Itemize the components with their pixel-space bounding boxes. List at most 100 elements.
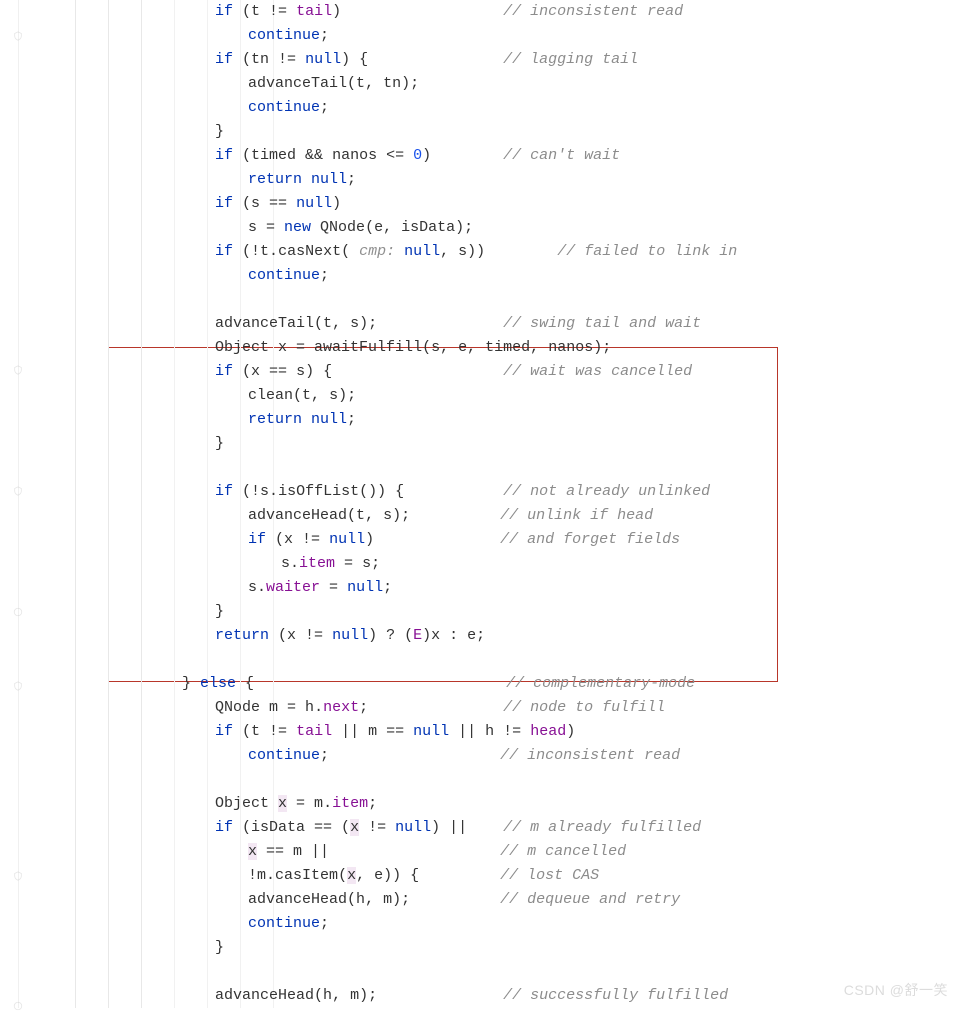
- code-token: h: [485, 723, 503, 740]
- code-token: // inconsistent read: [503, 3, 683, 20]
- code-token: advanceTail: [215, 315, 314, 332]
- code-line[interactable]: continue;: [36, 264, 960, 288]
- code-line[interactable]: [36, 456, 960, 480]
- code-token: advanceTail: [248, 75, 347, 92]
- shield-icon[interactable]: [12, 870, 24, 882]
- code-line[interactable]: continue;: [36, 912, 960, 936]
- code-line[interactable]: if (t != tail || m == null || h != head): [36, 720, 960, 744]
- code-token: casNext: [278, 243, 341, 260]
- code-line[interactable]: if (x == s) { // wait was cancelled: [36, 360, 960, 384]
- code-token: item: [299, 555, 335, 572]
- code-token: // m already fulfilled: [503, 819, 701, 836]
- code-editor[interactable]: if (t != tail) // inconsistent readconti…: [0, 0, 960, 1008]
- code-token: [410, 507, 500, 524]
- code-line[interactable]: s.waiter = null;: [36, 576, 960, 600]
- circle-icon[interactable]: [12, 1000, 24, 1012]
- code-line[interactable]: [36, 648, 960, 672]
- code-token: // failed to link in: [557, 243, 737, 260]
- code-token: (: [242, 819, 251, 836]
- code-token: (!: [242, 483, 260, 500]
- code-token: null: [296, 195, 332, 212]
- code-token: E: [413, 627, 422, 644]
- code-token: .: [269, 483, 278, 500]
- code-line[interactable]: s.item = s;: [36, 552, 960, 576]
- code-token: clean: [248, 387, 293, 404]
- code-token: =: [266, 219, 284, 236]
- code-line[interactable]: if (x != null) // and forget fields: [36, 528, 960, 552]
- code-line[interactable]: advanceHead(h, m); // successfully fulfi…: [36, 984, 960, 1008]
- code-token: isOffList: [278, 483, 359, 500]
- code-line[interactable]: return null;: [36, 408, 960, 432]
- code-line[interactable]: [36, 768, 960, 792]
- code-line[interactable]: QNode m = h.next; // node to fulfill: [36, 696, 960, 720]
- code-line[interactable]: if (!t.casNext( cmp: null, s)) // failed…: [36, 240, 960, 264]
- code-token: ==: [269, 195, 296, 212]
- code-token: ,: [440, 339, 458, 356]
- code-token: ||: [311, 843, 329, 860]
- code-area[interactable]: if (t != tail) // inconsistent readconti…: [28, 0, 960, 1008]
- code-line[interactable]: if (t != tail) // inconsistent read: [36, 0, 960, 24]
- code-token: !=: [269, 3, 296, 20]
- code-line[interactable]: }: [36, 120, 960, 144]
- code-line[interactable]: }: [36, 936, 960, 960]
- code-token: head: [530, 723, 566, 740]
- code-line[interactable]: s = new QNode(e, isData);: [36, 216, 960, 240]
- code-token: // not already unlinked: [503, 483, 710, 500]
- code-token: // successfully fulfilled: [503, 987, 728, 1004]
- code-line[interactable]: continue;: [36, 24, 960, 48]
- code-token: // dequeue and retry: [500, 891, 680, 908]
- shield-icon[interactable]: [12, 680, 24, 692]
- code-token: e: [467, 627, 476, 644]
- code-line[interactable]: advanceHead(h, m); // dequeue and retry: [36, 888, 960, 912]
- code-token: ,: [311, 387, 329, 404]
- code-line[interactable]: [36, 960, 960, 984]
- circle-icon[interactable]: [12, 606, 24, 618]
- code-line[interactable]: Object x = m.item;: [36, 792, 960, 816]
- code-token: ,: [365, 891, 383, 908]
- code-token: }: [215, 939, 224, 956]
- shield-icon[interactable]: [12, 30, 24, 42]
- code-line[interactable]: !m.casItem(x, e)) { // lost CAS: [36, 864, 960, 888]
- code-line[interactable]: advanceHead(t, s); // unlink if head: [36, 504, 960, 528]
- code-token: x: [278, 795, 287, 812]
- code-line[interactable]: x == m || // m cancelled: [36, 840, 960, 864]
- code-token: ): [422, 627, 431, 644]
- shield-icon[interactable]: [12, 485, 24, 497]
- code-token: s: [296, 363, 305, 380]
- code-token: Object: [215, 339, 278, 356]
- code-token: t: [356, 75, 365, 92]
- code-token: [410, 891, 500, 908]
- code-line[interactable]: }: [36, 600, 960, 624]
- code-token: ;: [476, 627, 485, 644]
- code-line[interactable]: }: [36, 432, 960, 456]
- code-token: ): [566, 723, 575, 740]
- code-token: (: [242, 195, 251, 212]
- code-token: null: [347, 579, 383, 596]
- code-line[interactable]: continue; // inconsistent read: [36, 744, 960, 768]
- code-line[interactable]: if (tn != null) { // lagging tail: [36, 48, 960, 72]
- code-token: t: [302, 387, 311, 404]
- code-token: m: [350, 987, 359, 1004]
- shield-icon[interactable]: [12, 364, 24, 376]
- code-line[interactable]: if (!s.isOffList()) { // not already unl…: [36, 480, 960, 504]
- code-line[interactable]: if (timed && nanos <= 0) // can't wait: [36, 144, 960, 168]
- code-token: tail: [296, 723, 332, 740]
- code-token: [467, 819, 503, 836]
- code-line[interactable]: return (x != null) ? (E)x : e;: [36, 624, 960, 648]
- code-line[interactable]: if (isData == (x != null) || // m alread…: [36, 816, 960, 840]
- code-token: x: [350, 819, 359, 836]
- code-line[interactable]: advanceTail(t, tn);: [36, 72, 960, 96]
- code-line[interactable]: advanceTail(t, s); // swing tail and wai…: [36, 312, 960, 336]
- code-line[interactable]: if (s == null): [36, 192, 960, 216]
- code-token: item: [332, 795, 368, 812]
- code-line[interactable]: clean(t, s);: [36, 384, 960, 408]
- code-line[interactable]: return null;: [36, 168, 960, 192]
- code-line[interactable]: } else { // complementary-mode: [36, 672, 960, 696]
- code-line[interactable]: continue;: [36, 96, 960, 120]
- code-token: QNode: [320, 219, 365, 236]
- code-token: =: [335, 555, 362, 572]
- code-token: ==: [269, 363, 296, 380]
- code-line[interactable]: Object x = awaitFulfill(s, e, timed, nan…: [36, 336, 960, 360]
- code-line[interactable]: [36, 288, 960, 312]
- code-token: continue: [248, 915, 320, 932]
